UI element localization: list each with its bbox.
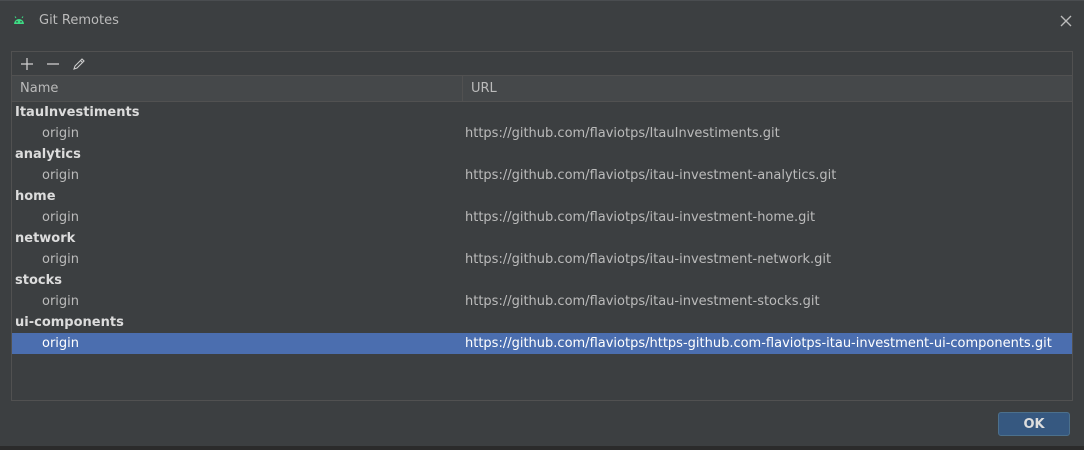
table-row-group[interactable]: ui-components bbox=[12, 312, 1072, 333]
repo-name: network bbox=[15, 231, 76, 246]
repo-name: home bbox=[15, 189, 56, 204]
remote-name: origin bbox=[42, 126, 80, 141]
remote-name: origin bbox=[42, 210, 80, 225]
ok-button[interactable]: OK bbox=[998, 412, 1070, 436]
table-row-group[interactable]: network bbox=[12, 228, 1072, 249]
remote-url: https://github.com/flaviotps/itau-invest… bbox=[465, 210, 816, 225]
close-button[interactable] bbox=[1056, 11, 1076, 31]
remote-url: https://github.com/flaviotps/itau-invest… bbox=[465, 252, 832, 267]
table-row-group[interactable]: ItauInvestiments bbox=[12, 102, 1072, 123]
column-header-url[interactable]: URL bbox=[463, 76, 1072, 101]
table-row-group[interactable]: stocks bbox=[12, 270, 1072, 291]
remote-name: origin bbox=[42, 168, 80, 183]
title-bar: Git Remotes bbox=[0, 1, 1084, 41]
close-icon bbox=[1060, 15, 1072, 27]
table-row-group[interactable]: analytics bbox=[12, 144, 1072, 165]
table-row-remote[interactable]: origin https://github.com/flaviotps/itau… bbox=[12, 207, 1072, 228]
remotes-panel: Name URL ItauInvestiments origin https:/… bbox=[11, 51, 1073, 401]
table-row-remote-selected[interactable]: origin https://github.com/flaviotps/http… bbox=[12, 333, 1072, 354]
window-bottom-edge bbox=[0, 446, 1084, 450]
git-remotes-dialog: Git Remotes Name URL ItauInvestiments or… bbox=[0, 0, 1084, 450]
android-icon bbox=[13, 15, 25, 27]
repo-name: stocks bbox=[15, 273, 62, 288]
add-remote-button[interactable] bbox=[17, 54, 37, 74]
column-header-name[interactable]: Name bbox=[12, 76, 463, 101]
repo-name: ui-components bbox=[15, 315, 124, 330]
repo-name: ItauInvestiments bbox=[15, 105, 140, 120]
edit-remote-button[interactable] bbox=[69, 54, 89, 74]
table-header: Name URL bbox=[12, 76, 1072, 102]
remote-name: origin bbox=[42, 252, 80, 267]
remote-name: origin bbox=[42, 336, 80, 351]
remote-url: https://github.com/flaviotps/https-githu… bbox=[465, 336, 1052, 351]
repo-name: analytics bbox=[15, 147, 81, 162]
remote-url: https://github.com/flaviotps/ItauInvesti… bbox=[465, 126, 780, 141]
table-row-remote[interactable]: origin https://github.com/flaviotps/Itau… bbox=[12, 123, 1072, 144]
plus-icon bbox=[21, 57, 33, 70]
remotes-toolbar bbox=[12, 52, 1072, 76]
dialog-title: Git Remotes bbox=[39, 13, 119, 28]
table-row-remote[interactable]: origin https://github.com/flaviotps/itau… bbox=[12, 165, 1072, 186]
minus-icon bbox=[47, 62, 59, 65]
remote-url: https://github.com/flaviotps/itau-invest… bbox=[465, 168, 837, 183]
table-row-remote[interactable]: origin https://github.com/flaviotps/itau… bbox=[12, 291, 1072, 312]
remote-name: origin bbox=[42, 294, 80, 309]
table-row-group[interactable]: home bbox=[12, 186, 1072, 207]
remote-url: https://github.com/flaviotps/itau-invest… bbox=[465, 294, 820, 309]
remove-remote-button[interactable] bbox=[43, 54, 63, 74]
remotes-table: ItauInvestiments origin https://github.c… bbox=[12, 102, 1072, 354]
pencil-icon bbox=[73, 57, 85, 70]
table-row-remote[interactable]: origin https://github.com/flaviotps/itau… bbox=[12, 249, 1072, 270]
